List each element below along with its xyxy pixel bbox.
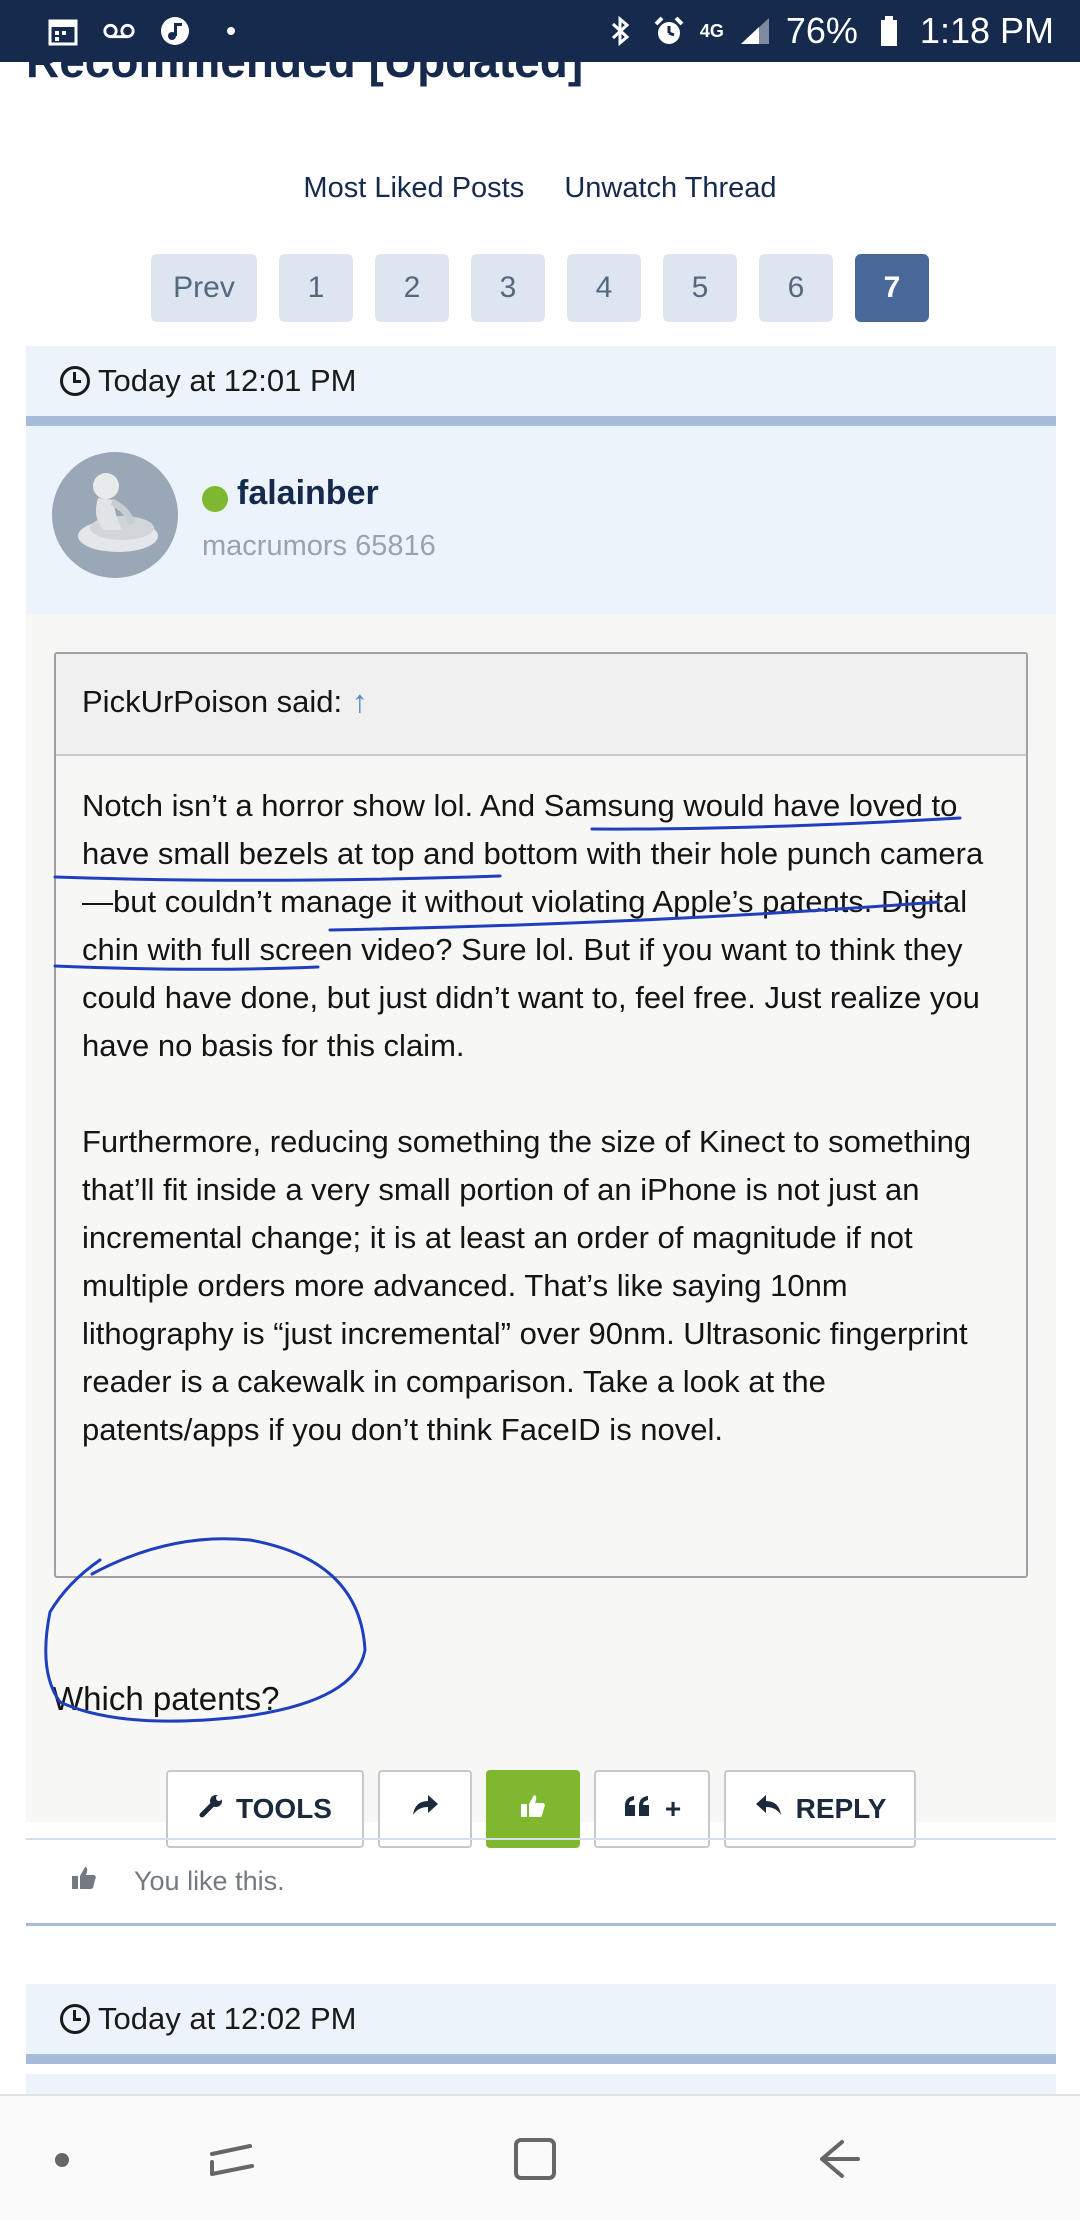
post-user-block: falainber macrumors 65816 [26, 426, 1056, 614]
multi-quote-plus: + [664, 1793, 682, 1824]
calendar-icon [46, 14, 80, 48]
page-button-3[interactable]: 3 [471, 254, 545, 322]
quote-author: PickUrPoison said: [82, 684, 343, 719]
username[interactable]: falainber [237, 474, 379, 513]
quote-block: PickUrPoison said: ↑ Notch isn’t a horror… [54, 652, 1028, 1578]
thread-links: Most Liked Posts Unwatch Thread [0, 172, 1080, 205]
signal-icon [738, 14, 772, 48]
reply-arrow-icon [754, 1793, 784, 1826]
thumbs-up-icon [70, 1864, 98, 1899]
post-date-header: Today at 12:02 PM [26, 1984, 1056, 2064]
online-status-icon [202, 486, 228, 512]
status-bar: 4G 76% 1:18 PM [0, 0, 1080, 62]
reply-label: REPLY [795, 1793, 887, 1824]
page-button-4[interactable]: 4 [567, 254, 641, 322]
post-body: PickUrPoison said: ↑ Notch isn’t a horror… [26, 614, 1056, 1848]
system-nav-bar [0, 2094, 1080, 2220]
quote-text: Notch isn’t a horror show lol. And Samsu… [56, 756, 1026, 1454]
network-type: 4G [699, 21, 724, 41]
thread-title: Recommended [Updated] [26, 62, 583, 88]
clock-time: 1:18 PM [919, 10, 1054, 51]
post-date[interactable]: Today at 12:02 PM [98, 2001, 357, 2037]
share-button[interactable] [378, 1770, 472, 1848]
user-title: macrumors 65816 [202, 530, 436, 562]
most-liked-posts-link[interactable]: Most Liked Posts [303, 172, 524, 204]
thumbs-up-icon [519, 1792, 547, 1827]
quote-paragraph: Furthermore, reducing something the size… [82, 1124, 972, 1447]
voicemail-icon [102, 14, 136, 48]
share-icon [410, 1793, 440, 1826]
wrench-icon [198, 1793, 224, 1826]
dot-icon [214, 14, 248, 48]
page-button-7-current[interactable]: 7 [855, 254, 929, 322]
back-icon[interactable] [816, 2136, 862, 2187]
battery-icon [872, 14, 906, 48]
like-button[interactable] [486, 1770, 580, 1848]
clock-icon [60, 2004, 90, 2034]
go-to-quote-arrow-icon[interactable]: ↑ [352, 684, 368, 719]
post-message: Which patents? [52, 1680, 280, 1717]
quote-paragraph: Notch isn’t a horror show lol. And Samsu… [82, 788, 984, 1063]
quote-header: PickUrPoison said: ↑ [56, 654, 1026, 756]
tools-button[interactable]: TOOLS [166, 1770, 364, 1848]
nav-dot-icon [54, 2152, 70, 2173]
battery-percent: 76% [785, 10, 858, 51]
pagination: Prev 1 2 3 4 5 6 7 [0, 254, 1080, 322]
avatar[interactable] [52, 452, 178, 578]
post-date[interactable]: Today at 12:01 PM [98, 363, 357, 399]
unwatch-thread-link[interactable]: Unwatch Thread [564, 172, 776, 204]
clock-icon [60, 366, 90, 396]
page-button-5[interactable]: 5 [663, 254, 737, 322]
home-icon[interactable] [512, 2136, 558, 2187]
next-post-user-block [26, 2074, 1056, 2094]
likes-text: You like this. [134, 1866, 285, 1896]
alarm-icon [652, 14, 686, 48]
reply-button[interactable]: REPLY [724, 1770, 916, 1848]
bluetooth-icon [604, 14, 638, 48]
tools-label: TOOLS [236, 1793, 332, 1824]
post-actions: TOOLS + REPLY [26, 1770, 1056, 1848]
prev-page-button[interactable]: Prev [151, 254, 257, 322]
page-button-6[interactable]: 6 [759, 254, 833, 322]
multi-quote-button[interactable]: + [594, 1770, 710, 1848]
recent-apps-icon[interactable] [208, 2136, 256, 2187]
page-content: Recommended [Updated] Most Liked Posts U… [0, 62, 1080, 2094]
page-button-1[interactable]: 1 [279, 254, 353, 322]
likes-summary: You like this. [26, 1838, 1056, 1926]
page-button-2[interactable]: 2 [375, 254, 449, 322]
post-date-header: Today at 12:01 PM [26, 346, 1056, 426]
music-icon [158, 14, 192, 48]
quote-icon [623, 1793, 653, 1825]
